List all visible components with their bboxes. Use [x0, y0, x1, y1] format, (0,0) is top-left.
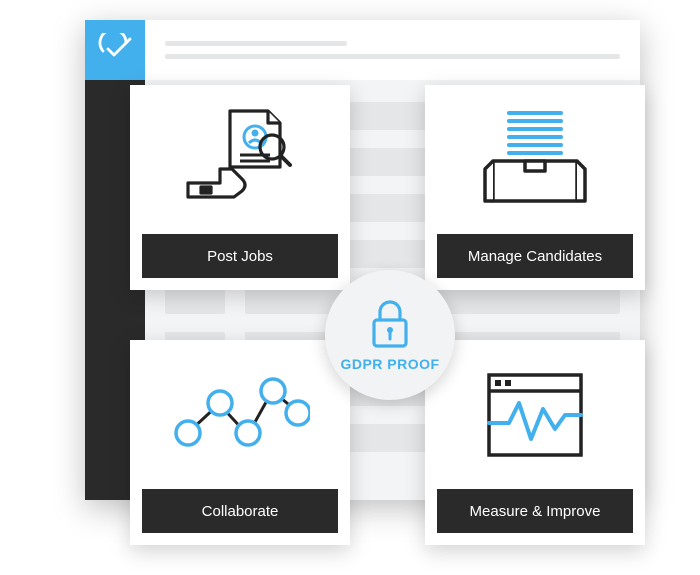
header [145, 20, 640, 80]
collaborate-icon [130, 340, 350, 489]
padlock-icon [368, 298, 412, 350]
gdpr-label: GDPR PROOF [340, 356, 439, 372]
logo [85, 20, 145, 80]
post-jobs-icon [130, 85, 350, 234]
manage-candidates-icon [425, 85, 645, 234]
card-label: Post Jobs [142, 234, 338, 278]
measure-improve-icon [425, 340, 645, 489]
card-label: Manage Candidates [437, 234, 633, 278]
card-label: Measure & Improve [437, 489, 633, 533]
card-measure-improve[interactable]: Measure & Improve [425, 340, 645, 545]
gdpr-badge: GDPR PROOF [325, 270, 455, 400]
card-manage-candidates[interactable]: Manage Candidates [425, 85, 645, 290]
checkmark-circle-icon [98, 33, 132, 67]
card-post-jobs[interactable]: Post Jobs [130, 85, 350, 290]
card-label: Collaborate [142, 489, 338, 533]
card-collaborate[interactable]: Collaborate [130, 340, 350, 545]
